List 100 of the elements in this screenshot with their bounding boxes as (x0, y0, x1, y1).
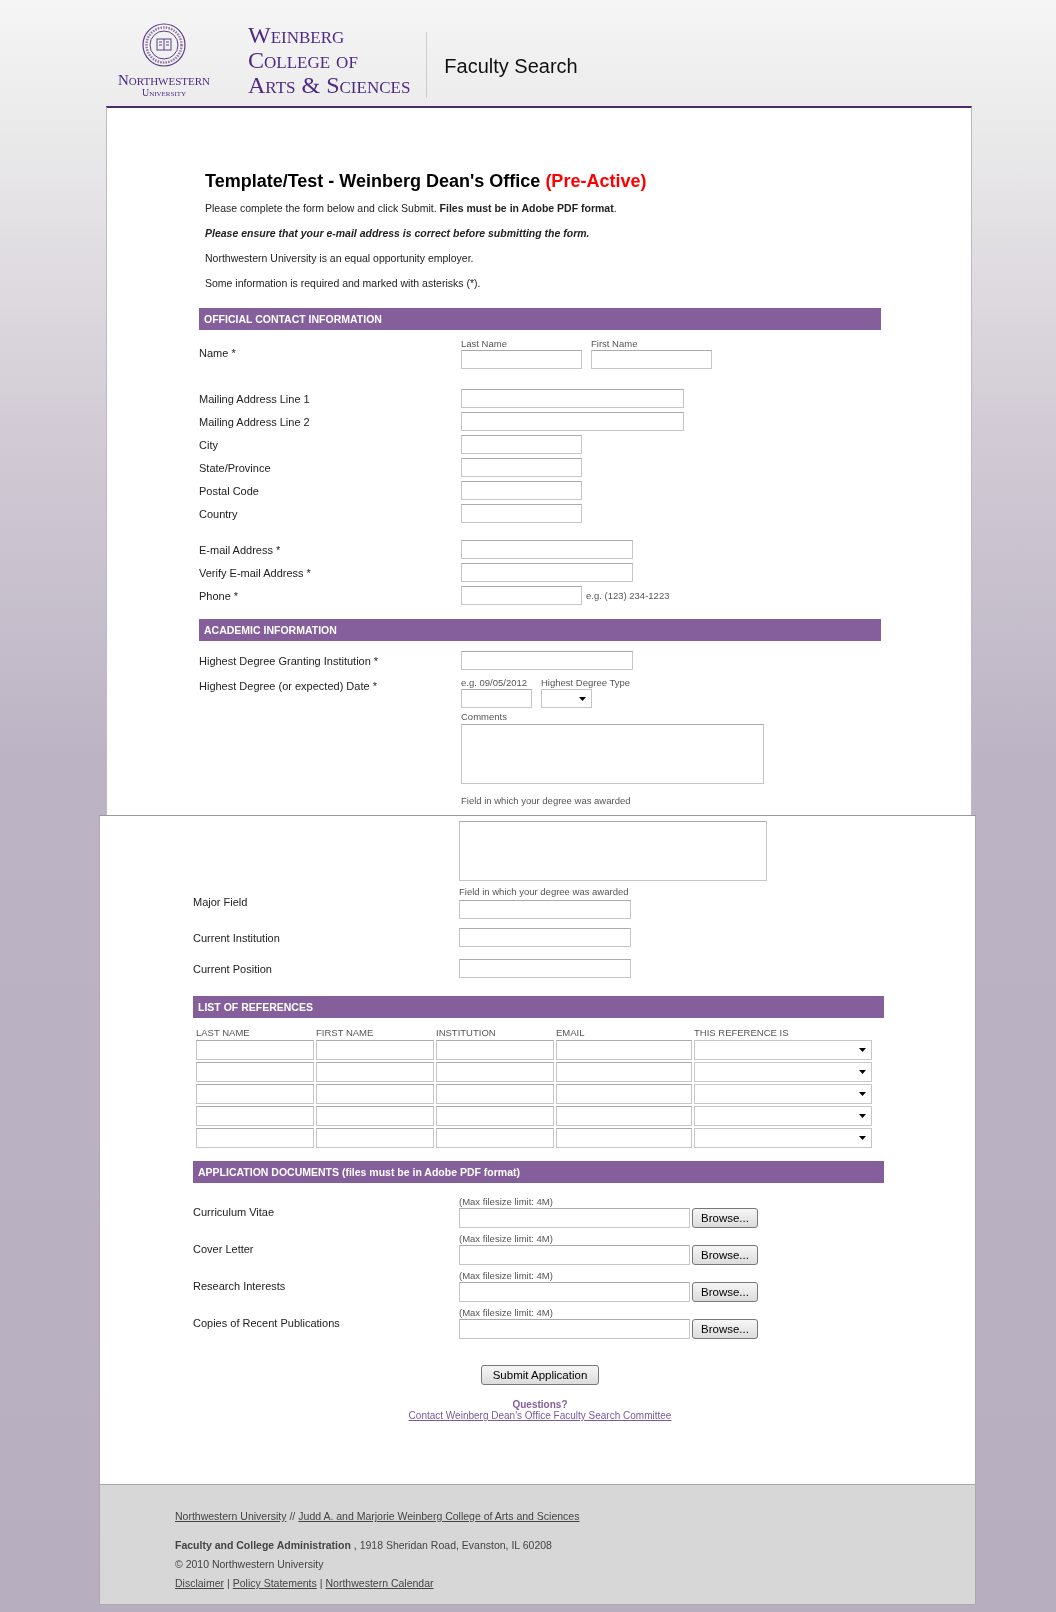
browse-button[interactable]: Browse... (692, 1318, 758, 1339)
field-label: Name * (199, 347, 237, 359)
text-field[interactable] (436, 1106, 554, 1126)
comments-field[interactable] (461, 724, 764, 784)
field-label: Cover Letter (193, 1242, 255, 1255)
instruction-text: Please ensure that your e-mail address is correct before submitting the form. (204, 226, 591, 241)
field-label: Highest Degree (or expected) Date * (199, 679, 378, 694)
date-field[interactable] (461, 689, 532, 708)
text-field[interactable] (461, 481, 582, 500)
text-field[interactable] (461, 504, 582, 523)
file-size-note: (Max filesize limit: 4M) (459, 1269, 554, 1282)
dropdown[interactable] (694, 1128, 872, 1148)
dropdown[interactable] (694, 1084, 872, 1104)
caret-icon (859, 1070, 866, 1074)
caret-icon (859, 1048, 866, 1052)
text-field[interactable] (436, 1128, 554, 1148)
instruction-text: Please complete the form below and click Submit. Files must be in Adobe PDF format. (204, 201, 618, 216)
text-field[interactable] (461, 651, 633, 670)
text-field[interactable] (316, 1106, 434, 1126)
text-field[interactable] (556, 1040, 692, 1060)
text-field[interactable] (196, 1040, 314, 1060)
text-field[interactable] (436, 1062, 554, 1082)
separator: // (289, 1509, 296, 1524)
text-field[interactable] (461, 563, 633, 582)
browse-button[interactable]: Browse... (692, 1207, 758, 1228)
text-field[interactable] (556, 1084, 692, 1104)
file-size-note: (Max filesize limit: 4M) (459, 1232, 554, 1245)
text-field[interactable] (436, 1040, 554, 1060)
text-field[interactable] (459, 899, 631, 919)
file-path-field[interactable] (459, 1281, 690, 1302)
browse-button[interactable]: Browse... (692, 1244, 758, 1265)
text-field[interactable] (196, 1084, 314, 1104)
footer-link[interactable]: Northwestern Calendar (325, 1574, 434, 1593)
text-field[interactable] (461, 458, 582, 477)
text-field[interactable] (461, 540, 633, 559)
questions-heading: Questions? (511, 1399, 569, 1410)
text-area-field[interactable] (459, 821, 767, 881)
text-field[interactable] (461, 389, 684, 408)
university-subtitle: University (141, 87, 187, 98)
text-field[interactable] (556, 1106, 692, 1126)
caret-icon (579, 697, 586, 701)
file-path-field[interactable] (459, 1318, 690, 1339)
instruction-text: Some information is required and marked with asterisks (*). (204, 276, 482, 291)
dropdown[interactable] (541, 689, 592, 708)
footer-link[interactable]: Northwestern University (175, 1507, 287, 1526)
text-field[interactable] (461, 349, 582, 369)
college-name-line: Weinberg (248, 23, 346, 48)
text-field[interactable] (196, 1106, 314, 1126)
address-text: Faculty and College Administration, 1918 Sheridan Road, Evanston, IL 60208 (175, 1538, 553, 1553)
text-field[interactable] (461, 412, 684, 431)
file-path-field[interactable] (459, 1244, 690, 1265)
seal-logo (142, 23, 186, 67)
column-header: FIRST NAME (316, 1026, 375, 1039)
footer-link[interactable]: Judd A. and Marjorie Weinberg College of Arts and Sciences (298, 1507, 580, 1526)
column-header: LAST NAME (196, 1026, 251, 1039)
text-field[interactable] (316, 1040, 434, 1060)
browse-button[interactable]: Browse... (692, 1281, 758, 1302)
text-field[interactable] (316, 1128, 434, 1148)
text-field[interactable] (316, 1084, 434, 1104)
file-path-field[interactable] (459, 1207, 690, 1228)
submit-button[interactable]: Submit Application (481, 1365, 599, 1385)
college-name-line: Arts & Sciences (248, 73, 411, 98)
field-label: City (199, 438, 219, 451)
field-label: Curriculum Vitae (193, 1205, 276, 1218)
text-field[interactable] (316, 1062, 434, 1082)
text-field[interactable] (461, 435, 582, 454)
text-field[interactable] (459, 928, 631, 947)
field-sublabel: Highest Degree Type (541, 677, 631, 689)
field-sublabel: Last Name (461, 337, 508, 350)
section-header: ACADEMIC INFORMATION (199, 619, 881, 641)
field-label: Mailing Address Line 2 (199, 415, 311, 428)
dropdown[interactable] (694, 1040, 872, 1060)
caret-icon (859, 1092, 866, 1096)
field-label: Copies of Recent Publications (193, 1316, 341, 1329)
footer-link[interactable]: Disclaimer (175, 1574, 224, 1593)
copyright-text: © 2010 Northwestern University (175, 1557, 325, 1572)
text-field[interactable] (591, 349, 712, 369)
field-hint: e.g. 09/05/2012 (461, 677, 529, 689)
footer-link[interactable]: Policy Statements (232, 1574, 317, 1593)
text-field[interactable] (556, 1128, 692, 1148)
field-label: Current Institution (193, 931, 281, 944)
text-field[interactable] (436, 1084, 554, 1104)
field-label: Country (199, 507, 239, 520)
contact-link[interactable]: Contact Weinberg Dean's Office Faculty Search Committee (408, 1410, 672, 1421)
site-title: Faculty Search (444, 55, 578, 78)
field-label: Phone * (199, 589, 240, 602)
text-field[interactable] (461, 586, 582, 605)
field-label: Verify E-mail Address * (199, 566, 312, 579)
dropdown[interactable] (694, 1106, 872, 1126)
field-sublabel: Comments (461, 711, 508, 723)
separator: | (227, 1576, 230, 1591)
section-header: OFFICIAL CONTACT INFORMATION (199, 308, 881, 330)
field-label: E-mail Address * (199, 543, 282, 556)
text-field[interactable] (196, 1062, 314, 1082)
column-header: THIS REFERENCE IS (694, 1026, 790, 1039)
text-field[interactable] (556, 1062, 692, 1082)
text-field[interactable] (196, 1128, 314, 1148)
text-field[interactable] (459, 959, 631, 978)
dropdown[interactable] (694, 1062, 872, 1082)
college-name-line: College of (248, 48, 359, 73)
